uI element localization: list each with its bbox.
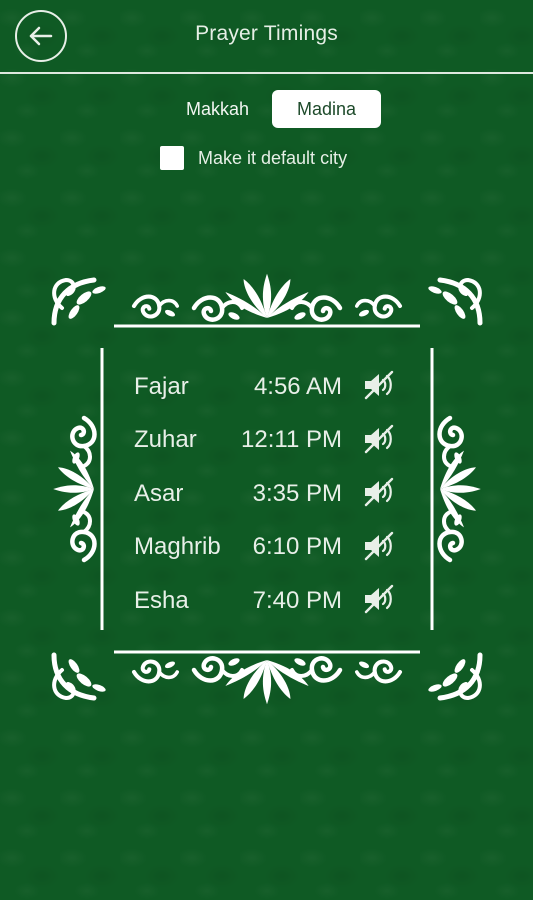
- page-title: Prayer Timings: [195, 22, 338, 45]
- prayer-time: 6:10 PM: [252, 533, 342, 561]
- sound-muted-icon[interactable]: [362, 477, 396, 507]
- tab-makkah[interactable]: Makkah: [163, 90, 272, 128]
- default-city-checkbox[interactable]: [160, 146, 184, 170]
- prayer-row-fajar: Fajar 4:56 AM: [134, 360, 404, 414]
- prayer-time: 4:56 AM: [253, 372, 342, 400]
- default-city-row: Make it default city: [160, 146, 347, 170]
- prayer-name: Esha: [134, 586, 189, 614]
- sound-muted-icon[interactable]: [362, 424, 396, 454]
- tab-madina[interactable]: Madina: [272, 90, 381, 128]
- prayer-row-esha: Esha 7:40 PM: [134, 574, 404, 628]
- prayer-name: Zuhar: [134, 426, 197, 454]
- prayer-time: 7:40 PM: [252, 586, 342, 614]
- sound-muted-icon[interactable]: [362, 584, 396, 614]
- header-divider: [0, 72, 533, 74]
- sound-muted-icon[interactable]: [362, 370, 396, 400]
- prayer-name: Fajar: [134, 372, 189, 400]
- prayer-row-maghrib: Maghrib 6:10 PM: [134, 521, 404, 575]
- default-city-label: Make it default city: [198, 147, 348, 168]
- prayer-row-zuhar: Zuhar 12:11 PM: [134, 414, 404, 468]
- prayer-time: 3:35 PM: [252, 479, 342, 507]
- prayer-name: Asar: [134, 479, 184, 507]
- prayer-name: Maghrib: [134, 533, 221, 561]
- prayer-row-asar: Asar 3:35 PM: [134, 467, 404, 521]
- prayer-times-list: Fajar 4:56 AM Zuhar 12:11 PM Asar 3:35 P…: [134, 360, 404, 628]
- sound-muted-icon[interactable]: [362, 531, 396, 561]
- app-header: Prayer Timings: [0, 0, 533, 72]
- city-selector: Makkah Madina: [163, 90, 381, 128]
- prayer-time: 12:11 PM: [241, 426, 342, 454]
